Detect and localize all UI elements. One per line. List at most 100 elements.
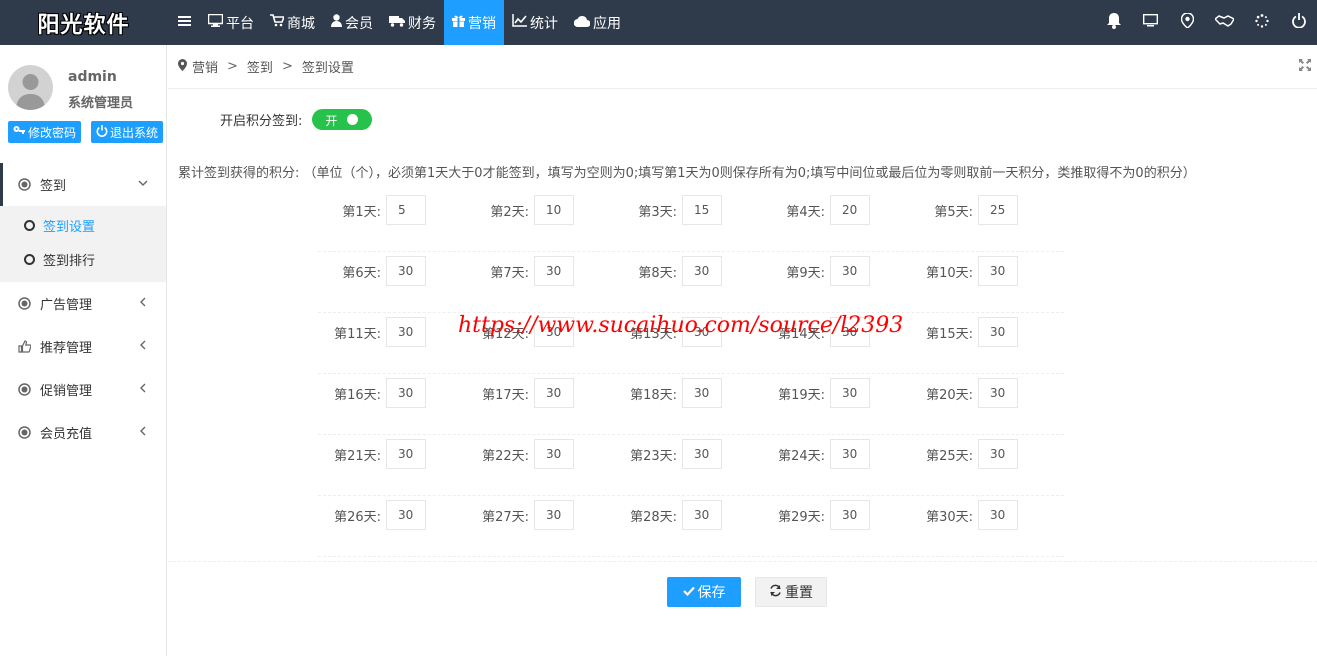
refresh-icon	[769, 584, 785, 601]
location-icon	[178, 58, 187, 75]
switch-knob	[347, 114, 359, 125]
breadcrumb-item[interactable]: 营销	[192, 57, 218, 76]
nav-item-member[interactable]: 会员	[323, 0, 381, 45]
day-label: 第15天:	[926, 326, 973, 342]
location-button[interactable]	[1169, 0, 1206, 45]
expand-icon[interactable]	[1299, 59, 1311, 75]
fullscreen-button[interactable]	[1132, 0, 1169, 45]
power-button[interactable]	[1280, 0, 1317, 45]
nav-item-apps[interactable]: 应用	[566, 0, 629, 45]
breadcrumb-item[interactable]: 签到	[247, 57, 273, 76]
day-points-input[interactable]	[978, 378, 1018, 408]
day-points-input[interactable]	[682, 439, 722, 469]
day-label: 第22天:	[482, 448, 529, 464]
day-points-input[interactable]	[534, 195, 574, 225]
nav-item-mall[interactable]: 商城	[262, 0, 323, 45]
day-points-input[interactable]	[386, 256, 426, 286]
day-cell: 第16天:	[318, 378, 426, 408]
user-name: admin	[68, 69, 117, 85]
day-points-input[interactable]	[386, 439, 426, 469]
day-points-input[interactable]	[682, 195, 722, 225]
dot-circle-icon	[18, 383, 32, 396]
cart-icon	[270, 14, 287, 31]
day-points-input[interactable]	[830, 378, 870, 408]
nav-item-label: 统计	[530, 15, 558, 32]
user-icon	[331, 14, 345, 31]
points-label: 累计签到获得的积分:	[178, 166, 300, 181]
day-row: 第26天: 第27天: 第28天: 第29天: 第30天:	[318, 496, 1064, 557]
day-label: 第30天:	[926, 509, 973, 525]
dot-circle-icon	[18, 178, 32, 191]
save-button[interactable]: 保存	[667, 577, 741, 607]
sidebar-item-recharge[interactable]: 会员充值	[0, 411, 166, 454]
sidebar-item-ads[interactable]: 广告管理	[0, 282, 166, 325]
sidebar-item-signin-ranking[interactable]: 签到排行	[0, 242, 166, 276]
notification-button[interactable]	[1095, 0, 1132, 45]
reset-button[interactable]: 重置	[755, 577, 827, 607]
day-points-input[interactable]	[534, 500, 574, 530]
day-label: 第9天:	[786, 265, 825, 281]
nav-item-statistics[interactable]: 统计	[504, 0, 566, 45]
day-points-input[interactable]	[534, 439, 574, 469]
watermark-text: https://www.sucaihuo.com/source/l2393	[458, 313, 904, 338]
day-points-input[interactable]	[682, 378, 722, 408]
gift-icon	[452, 14, 468, 31]
menu-toggle-button[interactable]	[170, 0, 200, 45]
switch-label: 开启积分签到:	[220, 114, 303, 129]
day-points-input[interactable]	[978, 317, 1018, 347]
sidebar-item-signin-settings[interactable]: 签到设置	[0, 208, 166, 242]
check-icon	[682, 584, 698, 600]
breadcrumb-separator: >	[281, 59, 293, 74]
day-label: 第3天:	[638, 204, 677, 220]
day-points-input[interactable]	[386, 317, 426, 347]
day-points-input[interactable]	[386, 378, 426, 408]
day-label: 第19天:	[778, 387, 825, 403]
nav-item-platform[interactable]: 平台	[200, 0, 262, 45]
partner-button[interactable]	[1206, 0, 1243, 45]
day-points-input[interactable]	[682, 500, 722, 530]
day-label: 第20天:	[926, 387, 973, 403]
day-label: 第21天:	[334, 448, 381, 464]
day-points-input[interactable]	[978, 195, 1018, 225]
sidebar-item-signin[interactable]: 签到	[0, 163, 166, 206]
day-points-input[interactable]	[978, 439, 1018, 469]
day-cell: 第1天:	[318, 195, 426, 225]
day-cell: 第26天:	[318, 500, 426, 530]
day-label: 第24天:	[778, 448, 825, 464]
day-points-input[interactable]	[830, 256, 870, 286]
day-points-input[interactable]	[978, 500, 1018, 530]
day-points-input[interactable]	[830, 439, 870, 469]
circle-icon	[24, 219, 35, 231]
sidebar-item-label: 广告管理	[40, 298, 93, 313]
spinner-icon	[1254, 13, 1269, 32]
day-points-input[interactable]	[534, 256, 574, 286]
change-password-button[interactable]: 修改密码	[8, 121, 82, 143]
form-divider	[168, 561, 1317, 562]
handshake-icon	[1213, 14, 1236, 31]
day-points-input[interactable]	[534, 378, 574, 408]
day-points-input[interactable]	[386, 195, 426, 225]
nav-item-label: 应用	[593, 15, 621, 32]
day-cell: 第4天:	[762, 195, 870, 225]
nav-item-finance[interactable]: 财务	[381, 0, 444, 45]
day-label: 第11天:	[334, 326, 381, 342]
day-points-input[interactable]	[830, 500, 870, 530]
reset-label: 重置	[785, 585, 813, 601]
day-label: 第17天:	[482, 387, 529, 403]
sidebar-item-label: 签到设置	[43, 219, 96, 235]
day-points-input[interactable]	[386, 500, 426, 530]
thumbs-up-icon	[18, 340, 32, 353]
sidebar-item-recommend[interactable]: 推荐管理	[0, 325, 166, 368]
nav-item-marketing[interactable]: 营销	[444, 0, 504, 45]
signin-points-toggle[interactable]: 开	[312, 109, 373, 130]
sidebar-item-label: 签到排行	[43, 253, 96, 269]
day-label: 第25天:	[926, 448, 973, 464]
day-points-input[interactable]	[682, 256, 722, 286]
logout-button[interactable]: 退出系统	[91, 121, 164, 143]
refresh-button[interactable]	[1243, 0, 1280, 45]
user-role: 系统管理员	[68, 96, 134, 111]
sidebar-item-promotion[interactable]: 促销管理	[0, 368, 166, 411]
top-navbar: 阳光软件 平台 商城 会员 财务 营销 统计 应用	[0, 0, 1317, 45]
day-points-input[interactable]	[978, 256, 1018, 286]
day-points-input[interactable]	[830, 195, 870, 225]
